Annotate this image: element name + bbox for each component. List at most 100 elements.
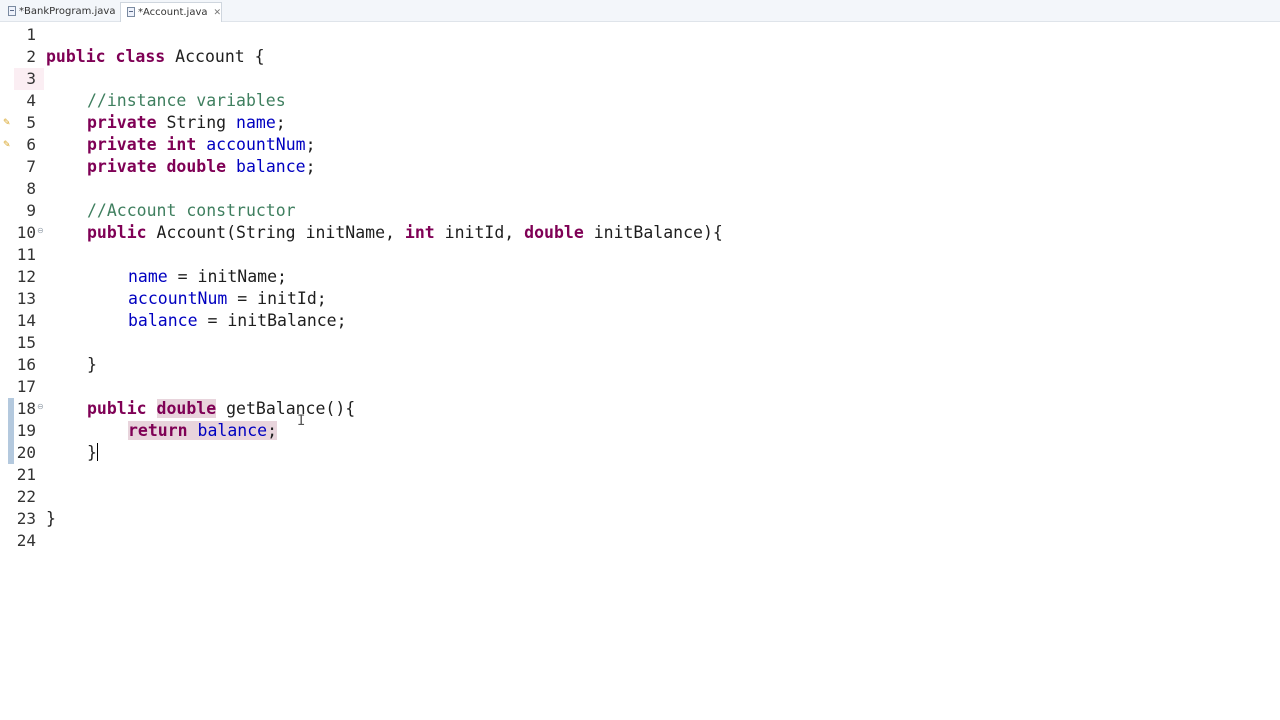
line-number: 7	[26, 157, 36, 176]
code-line: 13 accountNum = initId;	[0, 288, 1280, 310]
code-line: 8	[0, 178, 1280, 200]
code-line: 16 }	[0, 354, 1280, 376]
code-line: 14 balance = initBalance;	[0, 310, 1280, 332]
line-number: 16	[16, 355, 36, 374]
code-line: 19 return balance;	[0, 420, 1280, 442]
tab-bankprogram[interactable]: *BankProgram.java	[4, 2, 116, 22]
field-name: balance	[197, 421, 268, 440]
code-text: }	[87, 442, 98, 464]
tab-account[interactable]: *Account.java ✕	[120, 2, 222, 22]
code-text: }	[46, 508, 56, 530]
line-number: 21	[16, 465, 36, 484]
code-fragment: = initId;	[227, 289, 327, 308]
code-text: private int accountNum;	[87, 134, 316, 156]
code-line: 2 public class Account {	[0, 46, 1280, 68]
tab-label: *BankProgram.java	[19, 6, 116, 17]
line-number: 4	[26, 91, 36, 110]
mouse-ibeam-cursor-icon: I	[297, 413, 306, 429]
code-fragment: ;	[305, 135, 316, 154]
code-fragment: ,	[504, 223, 525, 242]
comment: //Account constructor	[87, 201, 296, 220]
code-line: ✎ 6 private int accountNum;	[0, 134, 1280, 156]
line-number: 6	[26, 135, 36, 154]
code-line: 1	[0, 24, 1280, 46]
line-number: 3	[26, 69, 36, 88]
fold-toggle-icon[interactable]: ⊖	[37, 226, 44, 235]
line-number: 17	[16, 377, 36, 396]
keyword: private	[87, 157, 157, 176]
code-line: 23 }	[0, 508, 1280, 530]
code-fragment: ;	[275, 113, 286, 132]
line-number: 24	[16, 531, 36, 550]
closing-brace: }	[46, 509, 56, 528]
code-line: 3	[0, 68, 1280, 90]
keyword-highlighted: double	[156, 399, 217, 418]
editor-tab-bar: *BankProgram.java *Account.java ✕	[0, 0, 1280, 22]
code-text: public class Account {	[46, 46, 265, 68]
code-fragment: = initName;	[167, 267, 287, 286]
line-number: 20	[16, 443, 36, 462]
code-text: accountNum = initId;	[128, 288, 327, 310]
code-line: 21	[0, 464, 1280, 486]
line-number: 8	[26, 179, 36, 198]
line-number: 19	[16, 421, 36, 440]
code-line: 4 //instance variables	[0, 90, 1280, 112]
keyword: public	[87, 399, 147, 418]
line-number: 15	[16, 333, 36, 352]
code-line: 15	[0, 332, 1280, 354]
line-number: 23	[16, 509, 36, 528]
code-text: public double getBalance(){	[87, 398, 355, 420]
param-name: initBalance	[583, 223, 703, 242]
keyword: return	[128, 421, 188, 440]
line-number: 18	[16, 399, 36, 418]
code-line: 18 ⊖ public double getBalance(){	[0, 398, 1280, 420]
comment: //instance variables	[87, 91, 286, 110]
line-number: 14	[16, 311, 36, 330]
keyword: double	[166, 157, 227, 176]
code-fragment: Account(String	[146, 223, 306, 242]
field-name: accountNum	[128, 289, 228, 308]
close-icon[interactable]: ✕	[214, 4, 222, 23]
code-text: name = initName;	[128, 266, 287, 288]
code-editor[interactable]: 1 2 public class Account { 3 4 //instanc…	[0, 22, 1280, 720]
code-line: 11	[0, 244, 1280, 266]
closing-brace: }	[87, 443, 97, 462]
line-number: 22	[16, 487, 36, 506]
line-number: 12	[16, 267, 36, 286]
code-text: //instance variables	[87, 90, 286, 112]
code-line: ✎ 5 private String name;	[0, 112, 1280, 134]
line-number: 5	[26, 113, 36, 132]
fold-toggle-icon[interactable]: ⊖	[37, 402, 44, 411]
field-name: name	[128, 267, 168, 286]
code-fragment: ){	[702, 223, 723, 242]
keyword: class	[115, 47, 166, 66]
keyword: private	[87, 113, 157, 132]
code-text: }	[87, 354, 97, 376]
line-number: 10	[16, 223, 36, 242]
field-name: balance	[128, 311, 198, 330]
code-line: 7 private double balance;	[0, 156, 1280, 178]
keyword: private	[87, 135, 157, 154]
line-number: 11	[16, 245, 36, 264]
code-text: private double balance;	[87, 156, 316, 178]
code-fragment: ;	[267, 421, 278, 440]
keyword: public	[87, 223, 147, 242]
code-text: private String name;	[87, 112, 286, 134]
code-line: 20 }	[0, 442, 1280, 464]
code-line: 22	[0, 486, 1280, 508]
code-text: //Account constructor	[87, 200, 296, 222]
code-line: 12 name = initName;	[0, 266, 1280, 288]
line-number: 2	[26, 47, 36, 66]
code-fragment: = initBalance;	[197, 311, 347, 330]
code-fragment: String	[156, 113, 237, 132]
keyword: int	[404, 223, 435, 242]
closing-brace: }	[87, 355, 97, 374]
code-fragment: ;	[305, 157, 316, 176]
java-file-icon	[8, 6, 16, 16]
code-fragment: getBalance(){	[216, 399, 356, 418]
code-text: public Account(String initName, int init…	[87, 222, 723, 244]
java-file-icon	[127, 7, 135, 17]
keyword: double	[524, 223, 584, 242]
code-text: balance = initBalance;	[128, 310, 347, 332]
code-line: 10 ⊖ public Account(String initName, int…	[0, 222, 1280, 244]
